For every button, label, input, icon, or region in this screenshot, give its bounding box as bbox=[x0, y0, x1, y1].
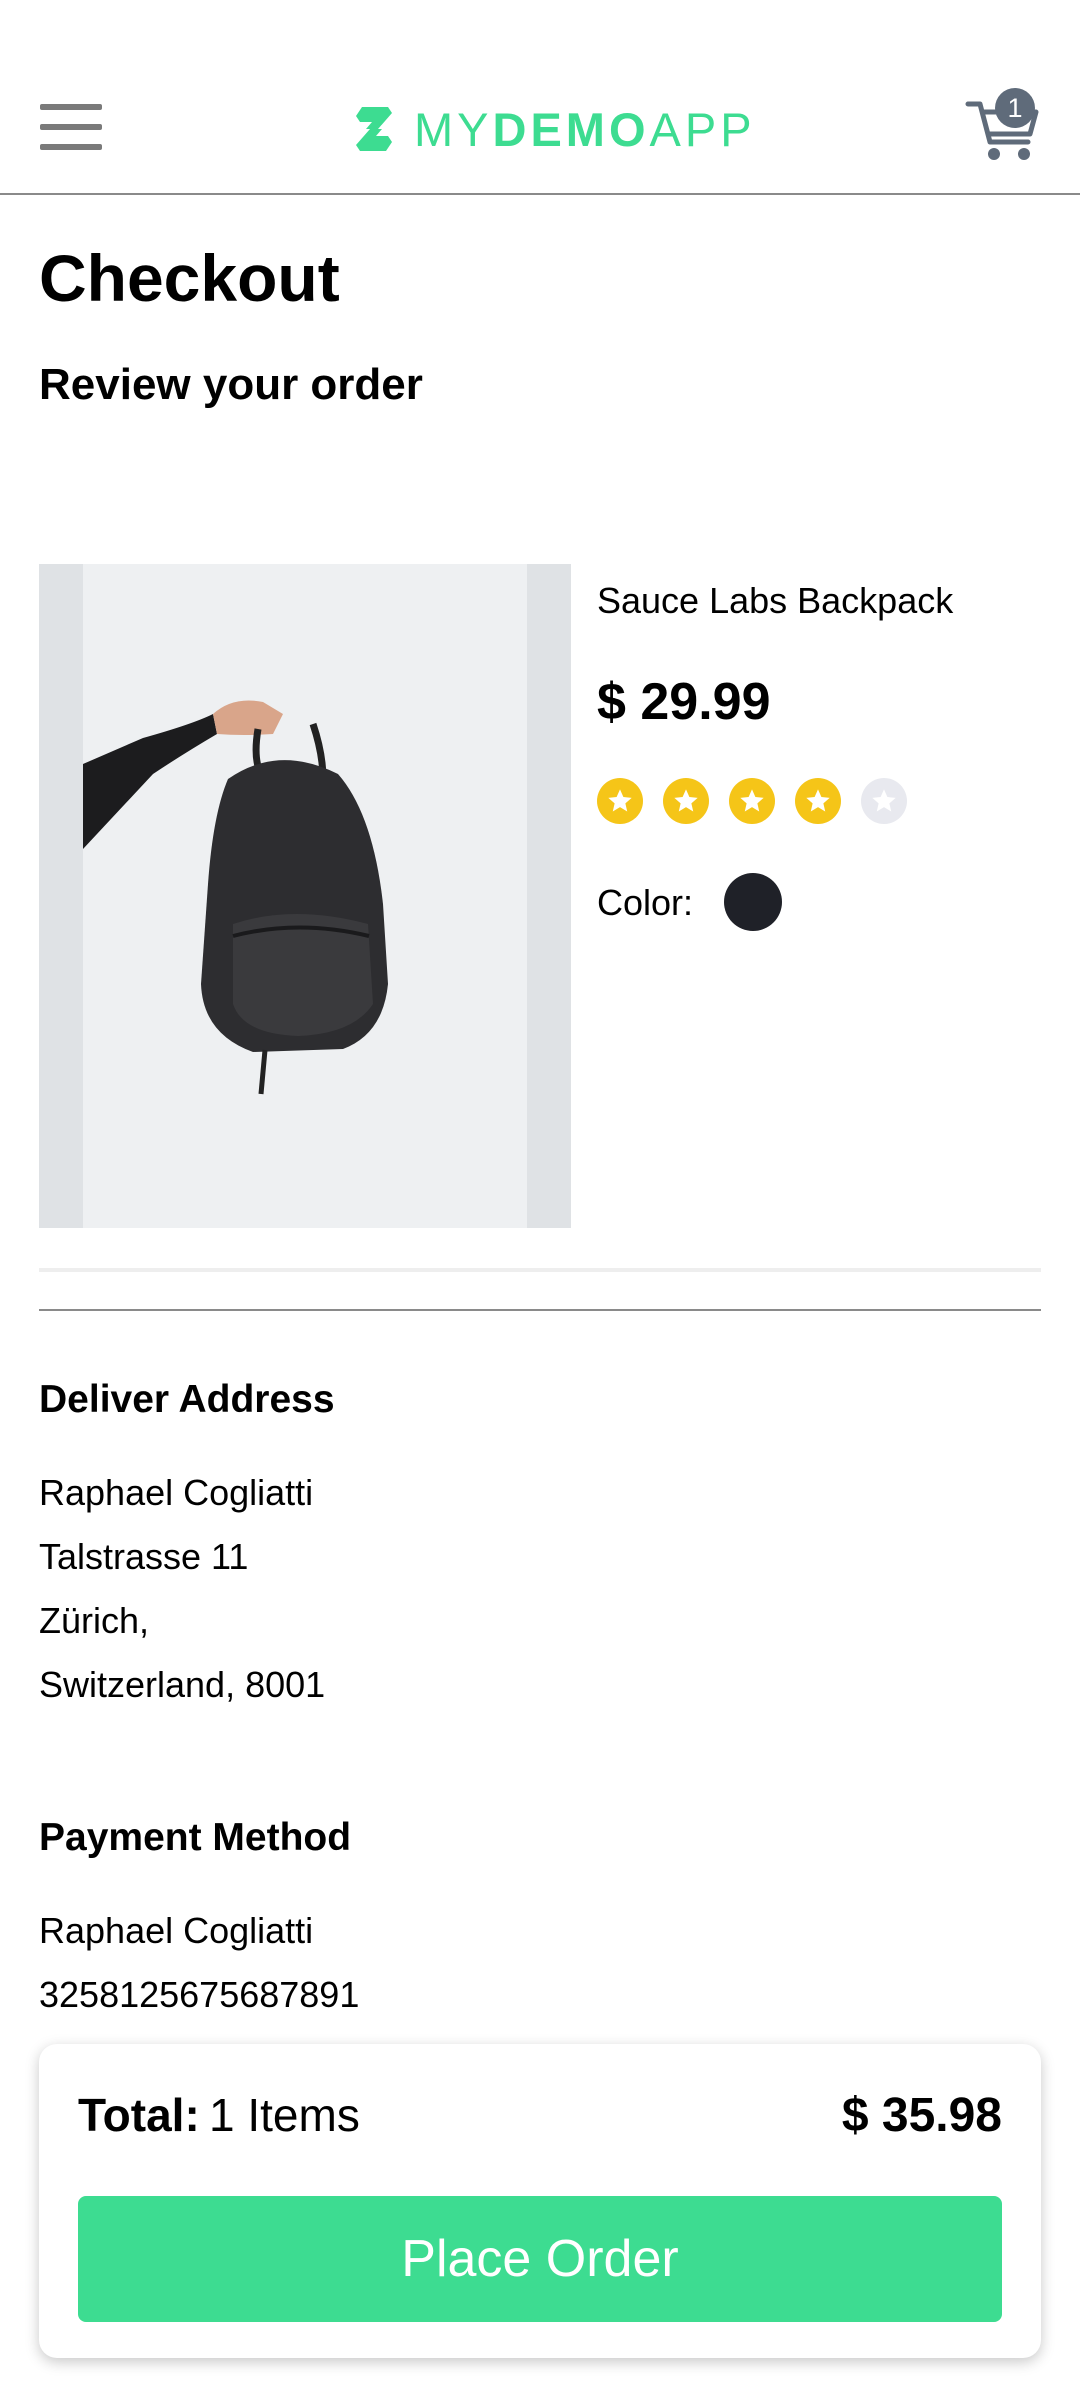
star-icon-filled[interactable] bbox=[729, 778, 775, 824]
delivery-name: Raphael Cogliatti bbox=[39, 1472, 314, 1513]
star-icon-filled[interactable] bbox=[795, 778, 841, 824]
delivery-street: Talstrasse 11 bbox=[39, 1536, 249, 1577]
menu-icon[interactable] bbox=[40, 104, 102, 150]
payment-name: Raphael Cogliatti bbox=[39, 1910, 314, 1951]
star-icon-filled[interactable] bbox=[663, 778, 709, 824]
total-items: 1 Items bbox=[209, 2089, 360, 2141]
top-bar: MYDEMOAPP 1 bbox=[0, 0, 1080, 195]
delivery-heading: Deliver Address bbox=[39, 1378, 335, 1421]
divider bbox=[39, 1309, 1041, 1311]
delivery-country-zip: Switzerland, 8001 bbox=[39, 1664, 326, 1705]
color-label: Color: bbox=[597, 882, 694, 923]
logo-bolt-icon bbox=[356, 107, 392, 151]
product-name: Sauce Labs Backpack bbox=[597, 580, 954, 621]
payment-card-number: 3258125675687891 bbox=[39, 1974, 360, 2015]
product-price: $ 29.99 bbox=[597, 673, 771, 731]
total-price: $ 35.98 bbox=[841, 2089, 1002, 2142]
payment-heading: Payment Method bbox=[39, 1816, 352, 1859]
product-image bbox=[39, 564, 571, 1228]
place-order-button[interactable]: Place Order bbox=[78, 2196, 1002, 2322]
star-icon-empty[interactable] bbox=[861, 778, 907, 824]
product-rating bbox=[597, 778, 907, 824]
star-icon-filled[interactable] bbox=[597, 778, 643, 824]
logo-text: MYDEMOAPP bbox=[414, 102, 756, 156]
backpack-image bbox=[83, 700, 388, 1095]
page-title: Checkout bbox=[39, 241, 340, 315]
total-label: Total: bbox=[78, 2089, 200, 2141]
delivery-city: Zürich, bbox=[39, 1600, 150, 1641]
page-subtitle: Review your order bbox=[39, 360, 423, 409]
cart-count-badge: 1 bbox=[995, 88, 1035, 128]
app-logo: MYDEMOAPP bbox=[348, 98, 756, 160]
color-swatch bbox=[724, 873, 782, 931]
divider bbox=[39, 1268, 1041, 1272]
order-summary-card: Total: 1 Items $ 35.98 Place Order bbox=[39, 2044, 1041, 2358]
